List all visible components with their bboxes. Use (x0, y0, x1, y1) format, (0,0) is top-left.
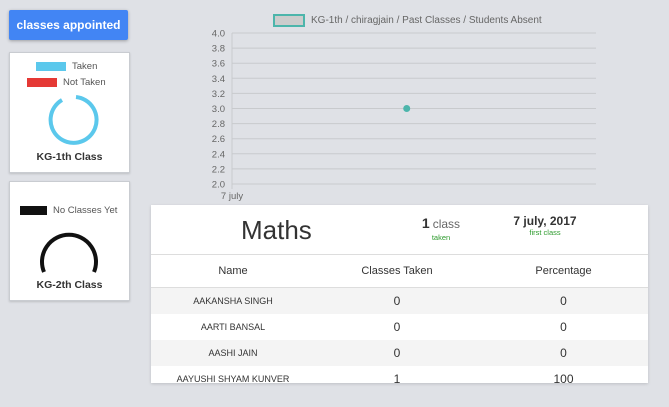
y-tick-label: 3.6 (212, 59, 225, 70)
first-class-label: first class (529, 228, 561, 237)
y-tick-label: 4.0 (212, 29, 225, 40)
classes-taken: 0 (393, 320, 401, 334)
student-name: AASHI JAIN (151, 340, 315, 366)
table-row[interactable]: AAKANSHA SINGH 0 0 (151, 287, 648, 314)
taken-label: taken (431, 233, 451, 242)
date-text: 7 july, 2017 (513, 214, 577, 228)
subject-title: Maths (241, 215, 312, 245)
percentage: 100 (553, 372, 574, 386)
y-tick-label: 2.4 (212, 149, 225, 160)
y-tick-label: 2.2 (212, 164, 225, 175)
table-row[interactable]: AAYUSHI SHYAM KUNVER 1 100 (151, 366, 648, 392)
students-table: Name Classes Taken Percentage AAKANSHA S… (151, 254, 648, 392)
table-header-row: Name Classes Taken Percentage (151, 254, 648, 288)
data-point (403, 105, 411, 112)
header-percentage[interactable]: Percentage (479, 254, 648, 288)
first-class-date: 7 july, 2017 first class (496, 214, 594, 237)
ring-arc-no-classes (40, 232, 98, 273)
table-row[interactable]: AARTI BANSAL 0 0 (151, 314, 648, 340)
table-row[interactable]: AASHI JAIN 0 0 (151, 340, 648, 366)
class-count-number: 1 (421, 215, 430, 231)
classes-taken: 1 (393, 372, 401, 386)
y-tick-label: 2.6 (212, 134, 225, 145)
class-count-unit: class (432, 217, 461, 231)
header-classes-taken[interactable]: Classes Taken (315, 254, 479, 288)
student-name: AARTI BANSAL (200, 322, 266, 332)
class-count: 1 class taken (401, 215, 481, 242)
percentage: 0 (560, 320, 567, 334)
percentage: 0 (479, 340, 648, 366)
y-tick-label: 3.8 (212, 44, 225, 55)
y-tick-label: 3.0 (212, 104, 225, 115)
y-tick-label: 3.2 (212, 89, 225, 100)
subject-panel: Maths 1 class taken 7 july, 2017 first cl… (151, 205, 648, 386)
header-name[interactable]: Name (151, 254, 315, 288)
y-tick-label: 2.0 (212, 180, 225, 191)
y-tick-label: 2.8 (212, 119, 225, 130)
percentage: 0 (479, 287, 648, 314)
card-title-kg2: KG-2th Class (36, 279, 103, 291)
x-tick-label: 7 july (221, 191, 243, 202)
y-tick-label: 3.4 (212, 74, 225, 85)
classes-taken: 0 (315, 340, 479, 366)
classes-taken: 0 (315, 287, 479, 314)
student-name: AAYUSHI SHYAM KUNVER (176, 374, 290, 384)
student-name: AAKANSHA SINGH (151, 287, 315, 314)
students-absent-chart: 4.0 3.8 3.6 3.4 3.2 3.0 2.8 2.6 2.4 2.2 2.07 july (212, 29, 596, 202)
